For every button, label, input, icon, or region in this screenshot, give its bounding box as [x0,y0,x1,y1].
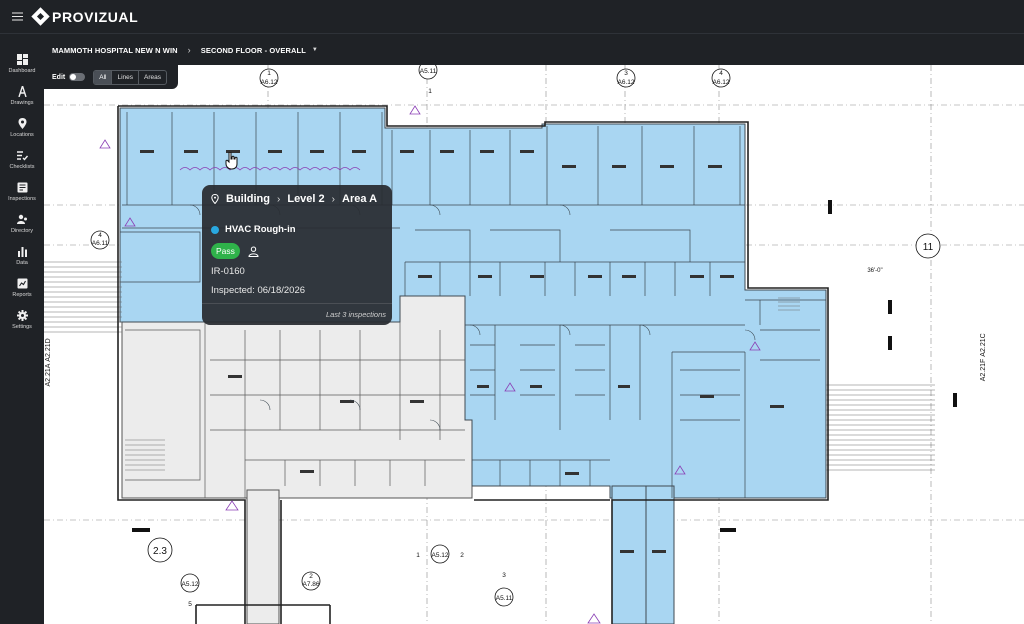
filter-areas-button[interactable]: Areas [139,71,166,84]
inspections-icon [17,182,27,193]
inspection-name: HVAC Rough-in [225,224,296,235]
sidebar-item-directory[interactable]: Directory [0,208,44,240]
location-pin-icon [18,118,26,129]
reports-icon [17,278,27,289]
hand-cursor-icon [225,152,238,170]
location-level[interactable]: Level 2 [287,193,324,205]
layer-filter-segmented: All Lines Areas [93,69,167,85]
inspection-date: Inspected: 06/18/2026 [211,285,306,296]
inspection-id: IR-0160 [211,266,245,277]
top-bar: PROVIZUAL [0,0,1024,34]
sidebar-item-dashboard[interactable]: Dashboard [0,48,44,80]
filter-all-button[interactable]: All [94,70,113,84]
sidebar-item-label: Drawings [10,100,34,106]
sidebar-item-reports[interactable]: Reports [0,272,44,304]
drawings-icon [17,86,27,97]
sidebar: Dashboard Drawings Locations Checklists … [0,35,44,624]
inspection-title: HVAC Rough-in [211,224,296,235]
location-breadcrumb: Building › Level 2 › Area A [211,193,377,205]
hamburger-menu-icon[interactable] [0,0,34,34]
location-pin-icon [211,194,219,204]
inspection-tooltip[interactable]: Building › Level 2 › Area A HVAC Rough-i… [202,185,392,325]
chevron-right-icon: › [331,193,335,205]
chevron-right-icon: › [187,45,191,55]
edit-toolbar: Edit All Lines Areas [44,65,178,89]
floor-plan-canvas[interactable]: A5.11 1 1 A6.12 3 A6.12 4 A6.12 4 A6.11 … [44,65,1024,624]
sidebar-item-label: Directory [10,228,33,234]
sidebar-item-drawings[interactable]: Drawings [0,80,44,112]
sidebar-item-inspections[interactable]: Inspections [0,176,44,208]
sidebar-item-label: Reports [12,292,32,298]
sidebar-item-label: Locations [10,132,34,138]
assignee-icon[interactable] [248,246,259,257]
chevron-down-icon[interactable]: ▼ [312,47,318,53]
filter-lines-button[interactable]: Lines [112,70,140,84]
status-dot-icon [211,225,219,234]
sidebar-item-label: Dashboard [8,68,36,74]
app-logo[interactable]: PROVIZUAL [31,7,139,26]
sidebar-item-checklists[interactable]: Checklists [0,144,44,176]
edit-toggle[interactable] [69,73,86,81]
floor-plan-drawing[interactable] [44,65,1024,624]
sidebar-item-settings[interactable]: Settings [0,304,44,336]
sidebar-item-locations[interactable]: Locations [0,112,44,144]
last-inspections-link[interactable]: Last 3 inspections [326,310,386,319]
status-badge: Pass [211,243,240,259]
breadcrumb-drawing[interactable]: SECOND FLOOR - OVERALL [201,46,306,55]
edit-label: Edit [52,73,66,81]
app-name: PROVIZUAL [52,8,139,25]
sidebar-item-label: Settings [12,324,32,330]
location-building[interactable]: Building [226,193,270,205]
provizual-logo-icon [31,7,50,26]
breadcrumb: MAMMOTH HOSPITAL NEW N WIN › SECOND FLOO… [44,35,1024,65]
breadcrumb-project[interactable]: MAMMOTH HOSPITAL NEW N WIN [52,46,178,55]
sidebar-item-label: Checklists [9,164,35,170]
tooltip-footer: Last 3 inspections [202,303,392,325]
location-area[interactable]: Area A [342,193,377,205]
sidebar-item-label: Inspections [8,196,36,202]
directory-icon [16,214,27,224]
sidebar-item-label: Data [16,260,28,266]
gear-icon [16,310,28,321]
chevron-right-icon: › [277,193,281,205]
sidebar-item-data[interactable]: Data [0,240,44,272]
checklist-icon [16,151,28,161]
dashboard-icon [16,54,28,65]
bar-chart-icon [17,247,27,257]
